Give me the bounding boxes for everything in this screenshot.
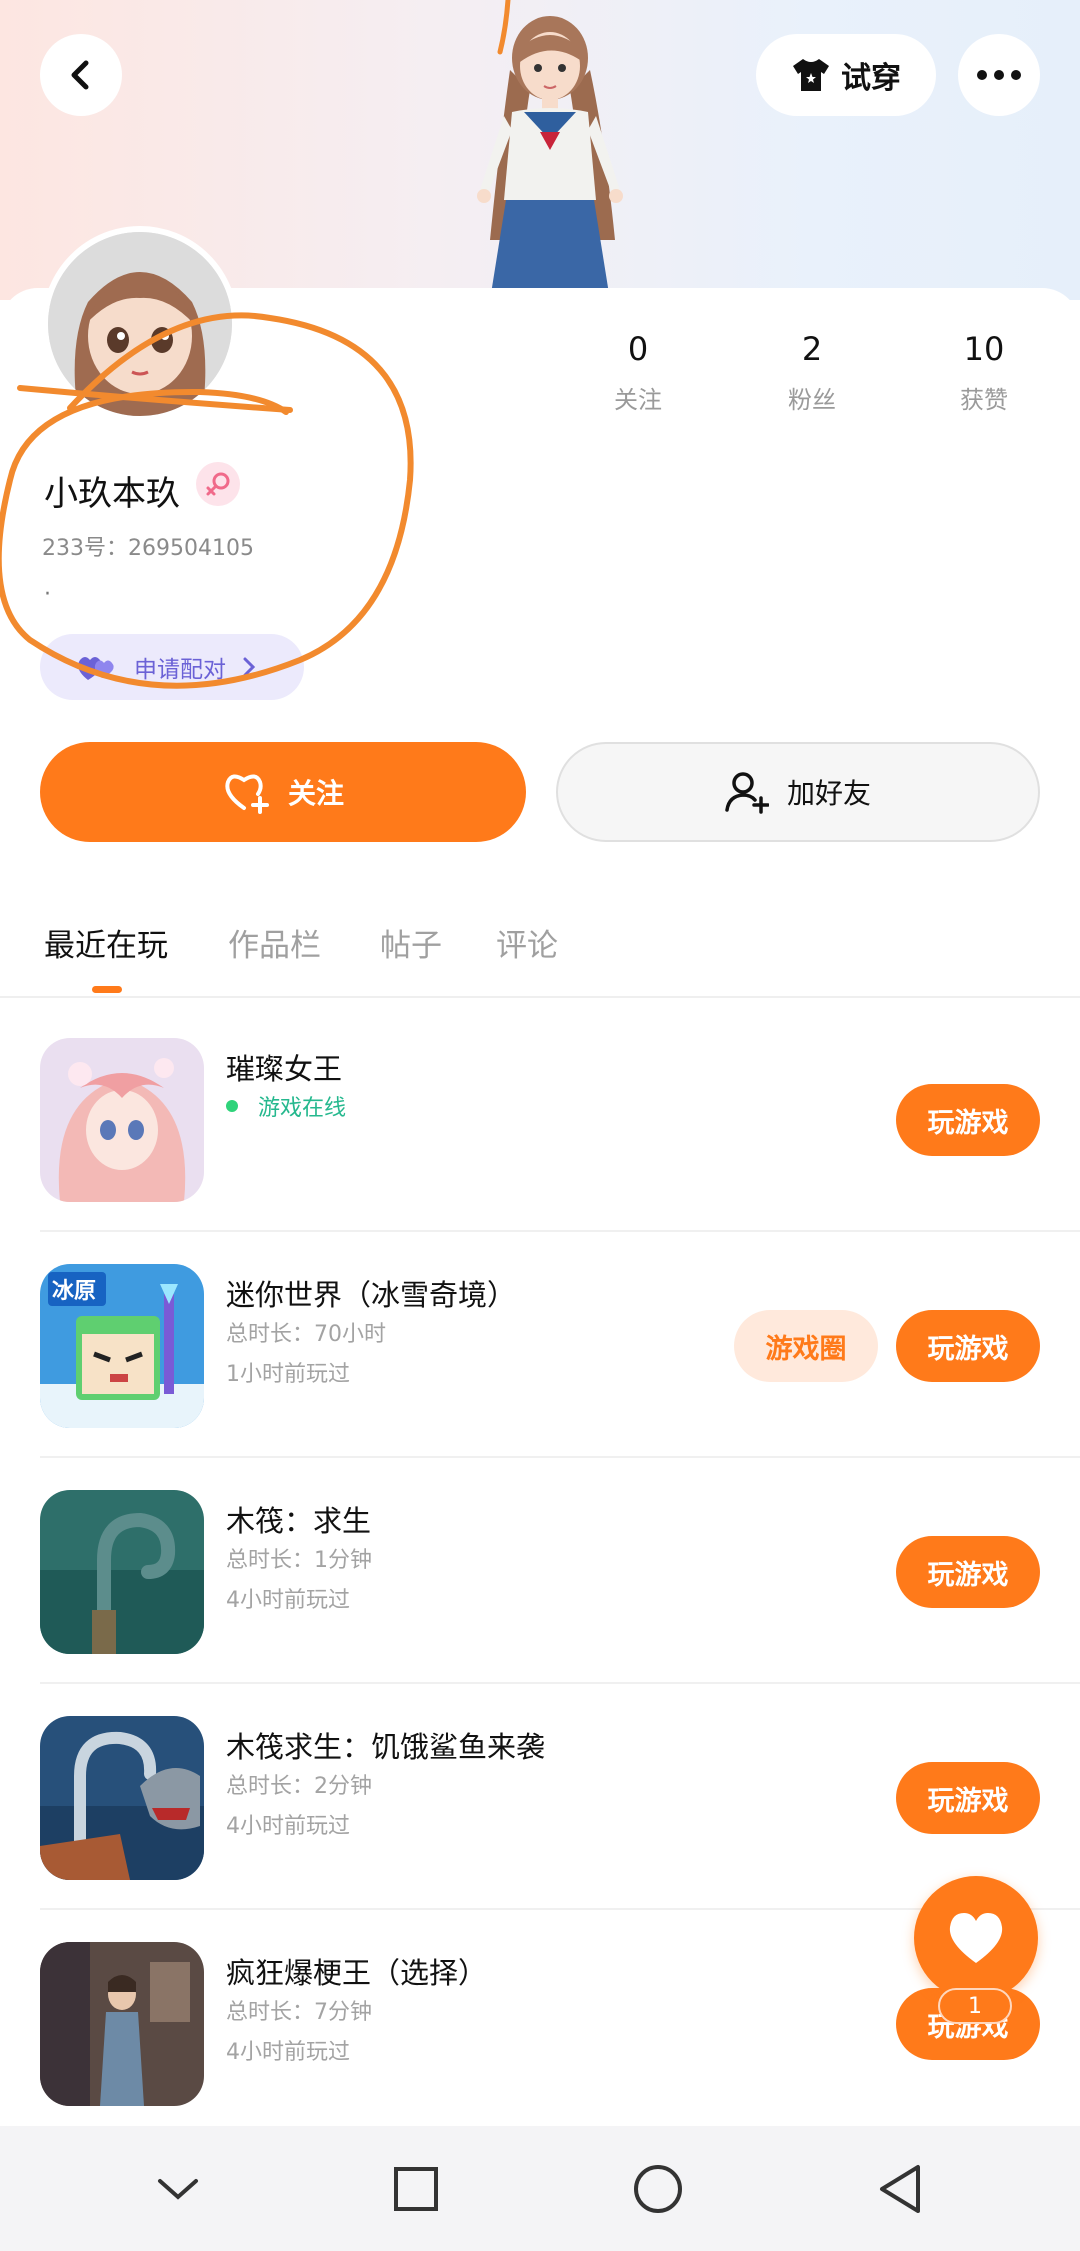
female-gender-icon: [196, 462, 240, 506]
chevron-left-icon: [71, 60, 89, 90]
list-item[interactable]: 璀璨女王 游戏在线 玩游戏: [0, 998, 1080, 1224]
stat-label: 粉丝: [788, 386, 836, 414]
play-game-button[interactable]: 玩游戏: [896, 1762, 1040, 1834]
chevron-down-icon[interactable]: [156, 2175, 200, 2203]
add-user-icon: [725, 772, 769, 814]
online-dot: [226, 1100, 238, 1112]
user-bio: ·: [44, 582, 51, 607]
play-game-button[interactable]: 玩游戏: [896, 1536, 1040, 1608]
tab-posts[interactable]: 帖子: [380, 920, 442, 965]
stat-label: 关注: [614, 386, 662, 414]
play-game-button[interactable]: 玩游戏: [896, 1084, 1040, 1156]
stat-value: 10: [963, 330, 1005, 368]
svg-text:冰原: 冰原: [52, 1279, 96, 1304]
game-title: 木筏：求生: [226, 1504, 372, 1538]
double-heart-icon: [78, 657, 114, 680]
play-game-button[interactable]: 玩游戏: [896, 1310, 1040, 1382]
last-played: 4小时前玩过: [226, 1588, 350, 1613]
game-icon: [40, 1942, 204, 2106]
add-friend-button[interactable]: 加好友: [556, 742, 1040, 842]
username: 小玖本玖: [44, 474, 180, 514]
play-duration: 总时长：7分钟: [226, 2000, 372, 2025]
game-title: 璀璨女王: [226, 1052, 343, 1086]
follow-label: 关注: [287, 777, 344, 810]
more-button[interactable]: [958, 34, 1040, 116]
game-title: 迷你世界（冰雪奇境）: [226, 1278, 517, 1312]
list-item[interactable]: 木筏：求生 总时长：1分钟 4小时前玩过 玩游戏: [0, 1450, 1080, 1676]
avatar-character-figure[interactable]: [440, 0, 660, 300]
system-nav-bar: [0, 2126, 1080, 2251]
stat-likes[interactable]: 10 获赞: [914, 330, 1054, 415]
follow-button[interactable]: 关注: [40, 742, 526, 842]
user-id: 233号：269504105: [42, 536, 254, 561]
add-friend-label: 加好友: [786, 777, 871, 810]
active-tab-indicator: [92, 986, 122, 993]
tab-comments[interactable]: 评论: [496, 920, 558, 965]
game-icon: [40, 1716, 204, 1880]
like-count-badge: 1: [938, 1988, 1012, 2024]
game-icon: [40, 1490, 204, 1654]
tab-works[interactable]: 作品栏: [228, 920, 321, 965]
play-duration: 总时长：70小时: [226, 1322, 386, 1347]
list-item[interactable]: 冰原 迷你世界（冰雪奇境） 总时长：70小时 1小时前玩过 游戏圈 玩游戏: [0, 1224, 1080, 1450]
tshirt-icon: [793, 59, 829, 91]
back-button[interactable]: [40, 34, 122, 116]
online-status-label: 游戏在线: [258, 1096, 347, 1121]
last-played: 1小时前玩过: [226, 1362, 350, 1387]
stat-label: 获赞: [960, 386, 1008, 414]
online-status: 游戏在线: [226, 1090, 346, 1122]
game-title: 疯狂爆梗王（选择）: [226, 1956, 488, 1990]
avatar[interactable]: [42, 226, 238, 422]
pair-label: 申请配对: [134, 657, 226, 683]
home-icon[interactable]: [632, 2163, 684, 2215]
last-played: 4小时前玩过: [226, 2040, 350, 2065]
heart-plus-icon: [225, 774, 269, 814]
like-fab[interactable]: [914, 1876, 1038, 2000]
game-icon: 冰原: [40, 1264, 204, 1428]
chevron-right-icon: [243, 657, 256, 677]
more-dots-icon: [977, 70, 1021, 80]
back-triangle-icon[interactable]: [876, 2163, 924, 2215]
stat-value: 0: [627, 330, 649, 368]
recent-apps-icon[interactable]: [392, 2165, 440, 2213]
try-on-label: 试穿: [841, 61, 901, 96]
profile-page: 试穿 0 关注 2 粉丝 10 获赞 小玖本玖 233号：269504105 ·…: [0, 0, 1080, 2251]
play-duration: 总时长：2分钟: [226, 1774, 372, 1799]
play-duration: 总时长：1分钟: [226, 1548, 372, 1573]
apply-pair-button[interactable]: 申请配对: [40, 634, 304, 700]
try-on-button[interactable]: 试穿: [756, 34, 936, 116]
last-played: 4小时前玩过: [226, 1814, 350, 1839]
tab-recent-play[interactable]: 最近在玩: [44, 920, 168, 965]
stat-fans[interactable]: 2 粉丝: [742, 330, 882, 415]
list-item[interactable]: 木筏求生：饥饿鲨鱼来袭 总时长：2分钟 4小时前玩过 玩游戏: [0, 1676, 1080, 1902]
heart-icon: [949, 1913, 1003, 1963]
game-icon: [40, 1038, 204, 1202]
game-circle-button[interactable]: 游戏圈: [734, 1310, 878, 1382]
stat-value: 2: [801, 330, 823, 368]
stat-following[interactable]: 0 关注: [568, 330, 708, 415]
game-title: 木筏求生：饥饿鲨鱼来袭: [226, 1730, 546, 1764]
